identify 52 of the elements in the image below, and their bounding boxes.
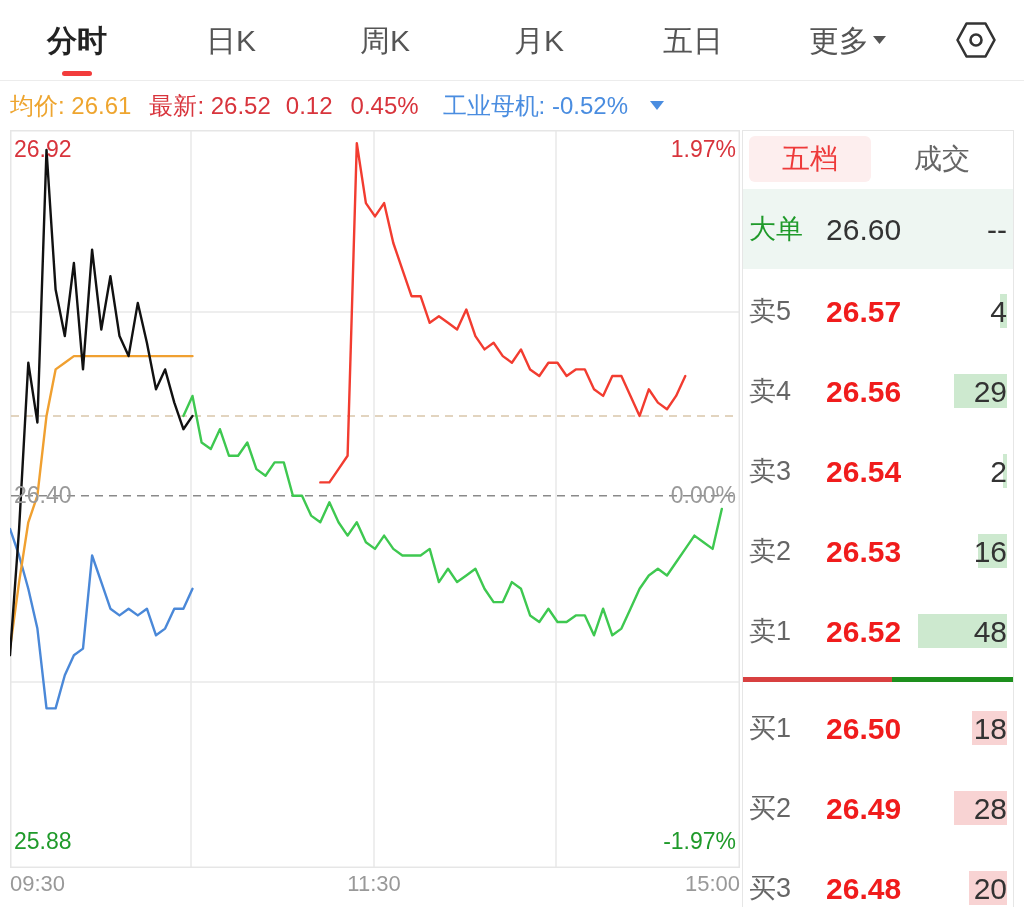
price: 26.54 bbox=[826, 453, 902, 490]
tab[interactable]: 分时 bbox=[0, 0, 154, 80]
price: 26.52 bbox=[826, 613, 902, 650]
row-label: 卖4 bbox=[749, 374, 793, 408]
tab[interactable]: 五档 bbox=[749, 136, 871, 182]
price: 26.49 bbox=[826, 790, 902, 827]
volume: 4 bbox=[990, 293, 1007, 330]
volume: 18 bbox=[973, 710, 1007, 747]
price: 26.56 bbox=[826, 373, 902, 410]
price: 26.50 bbox=[826, 710, 902, 747]
sector-change: 工业母机: -0.52% bbox=[442, 93, 628, 118]
dropdown-icon[interactable] bbox=[650, 101, 664, 110]
row-label: 买3 bbox=[749, 871, 793, 905]
axis-label: -1.97% bbox=[663, 829, 736, 853]
caret-icon bbox=[872, 36, 886, 44]
axis-label: 0.00% bbox=[670, 484, 736, 508]
price: 26.53 bbox=[826, 533, 902, 570]
row-label: 买2 bbox=[749, 791, 793, 825]
row-label: 大单 bbox=[749, 212, 804, 246]
row-label: 卖3 bbox=[749, 454, 793, 488]
volume: 29 bbox=[973, 373, 1007, 410]
latest-price: 最新: 26.52 bbox=[149, 93, 271, 118]
price: 26.48 bbox=[826, 870, 902, 907]
volume: -- bbox=[987, 211, 1007, 248]
price: 26.60 bbox=[826, 211, 902, 248]
volume: 20 bbox=[973, 870, 1007, 907]
settings-icon[interactable] bbox=[956, 22, 996, 58]
tab[interactable]: 日K bbox=[154, 0, 308, 80]
tab-indicator bbox=[62, 71, 92, 76]
volume: 16 bbox=[973, 533, 1007, 570]
tab[interactable]: 周K bbox=[308, 0, 462, 80]
time-label: 09:30 bbox=[10, 873, 66, 895]
time-label: 11:30 bbox=[347, 873, 401, 895]
tab[interactable]: 成交 bbox=[881, 136, 1003, 182]
price: 26.57 bbox=[826, 293, 902, 330]
axis-label: 25.88 bbox=[14, 829, 72, 853]
volume: 2 bbox=[990, 453, 1007, 490]
row-label: 买1 bbox=[749, 711, 793, 745]
row-label: 卖1 bbox=[749, 614, 793, 648]
tab[interactable]: 更多 bbox=[770, 0, 924, 80]
price-change: 0.12 bbox=[285, 93, 333, 118]
time-label: 15:00 bbox=[684, 873, 740, 895]
percent-change: 0.45% bbox=[350, 93, 419, 118]
average-price: 均价: 26.61 bbox=[10, 93, 132, 118]
axis-label: 1.97% bbox=[670, 138, 736, 162]
tab[interactable]: 五日 bbox=[616, 0, 770, 80]
volume: 48 bbox=[973, 613, 1007, 650]
volume: 28 bbox=[973, 790, 1007, 827]
row-label: 卖5 bbox=[749, 294, 793, 328]
tab[interactable]: 月K bbox=[462, 0, 616, 80]
axis-label: 26.92 bbox=[14, 138, 72, 162]
row-label: 卖2 bbox=[749, 534, 793, 568]
